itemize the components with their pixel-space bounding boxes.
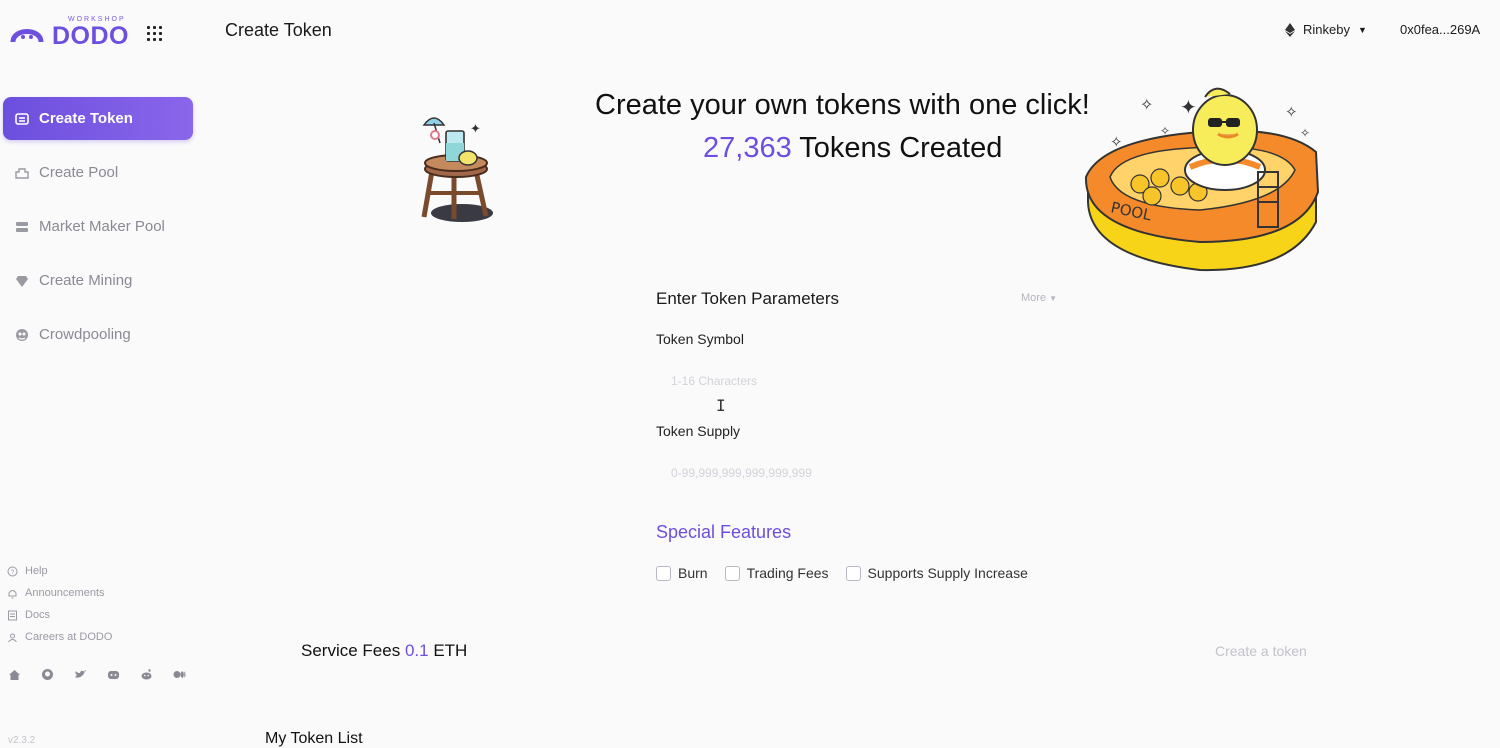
service-fees: Service Fees 0.1 ETH [301, 641, 467, 661]
svg-text:✧: ✧ [1285, 103, 1298, 121]
token-symbol-label: Token Symbol [656, 331, 744, 347]
sidebar-item-label: Create Mining [39, 272, 133, 289]
caret-down-icon: ▼ [1357, 24, 1367, 35]
sidebar-item-label: Market Maker Pool [39, 218, 165, 235]
sidebar-item-create-mining[interactable]: Create Mining [3, 259, 193, 302]
announcements-label: Announcements [25, 587, 105, 599]
help-label: Help [25, 565, 48, 577]
wallet-address[interactable]: 0x0fea...269A [1400, 22, 1480, 37]
sidebar-item-create-token[interactable]: Create Token [3, 97, 193, 140]
trading-fees-checkbox[interactable]: Trading Fees [724, 565, 829, 581]
tokens-created-label: Tokens Created [799, 132, 1003, 164]
svg-text:?: ? [11, 570, 15, 576]
caret-down-icon: ▼ [1049, 294, 1058, 303]
supply-increase-checkbox[interactable]: Supports Supply Increase [845, 565, 1028, 581]
careers-link[interactable]: Careers at DODO [7, 626, 112, 648]
market-maker-icon [15, 220, 29, 234]
checkbox-box[interactable] [845, 565, 861, 581]
sidebar-item-crowdpooling[interactable]: Crowdpooling [3, 313, 193, 356]
sidebar-item-label: Crowdpooling [39, 326, 131, 343]
trading-fees-label: Trading Fees [746, 565, 829, 581]
ethereum-icon [1285, 22, 1295, 37]
pool-icon [15, 166, 29, 180]
sidebar-item-label: Create Pool [39, 164, 119, 181]
reddit-icon[interactable] [140, 668, 153, 681]
svg-text:✦: ✦ [470, 122, 481, 137]
svg-text:✦: ✦ [1180, 95, 1197, 119]
twitter-icon[interactable] [74, 668, 87, 681]
crowdpooling-icon [15, 328, 29, 342]
token-symbol-input[interactable] [656, 366, 1056, 396]
help-icon: ? [7, 566, 18, 576]
hero-subtitle: 27,363 Tokens Created [703, 132, 1002, 165]
burn-label: Burn [678, 565, 708, 581]
supply-increase-label: Supports Supply Increase [867, 565, 1028, 581]
sidebar-item-market-maker-pool[interactable]: Market Maker Pool [3, 205, 193, 248]
token-supply-label: Token Supply [656, 423, 741, 439]
home-icon[interactable] [8, 668, 21, 681]
token-supply-input[interactable] [656, 458, 1056, 488]
cocktail-stool-illustration: ✦ [418, 113, 498, 230]
announcements-link[interactable]: Announcements [7, 582, 112, 604]
token-icon [15, 112, 29, 126]
service-fees-unit: ETH [433, 641, 468, 660]
service-fees-amount: 0.1 [404, 641, 429, 660]
dodo-logo-icon [10, 29, 44, 43]
svg-text:✧: ✧ [1300, 126, 1310, 140]
mining-icon [15, 274, 29, 288]
create-token-button[interactable]: Create a token [1215, 643, 1307, 659]
github-icon[interactable] [41, 668, 54, 681]
special-features-list: Burn Trading Fees Supports Supply Increa… [656, 565, 1028, 581]
text-cursor-icon: I [716, 396, 726, 415]
my-token-list-title: My Token List [265, 730, 363, 747]
help-link[interactable]: ? Help [7, 560, 112, 582]
discord-icon[interactable] [107, 668, 120, 681]
logo-text: DODO [52, 22, 129, 50]
checkbox-box[interactable] [724, 565, 740, 581]
hero-title: Create your own tokens with one click! [595, 89, 1090, 121]
burn-checkbox[interactable]: Burn [656, 565, 708, 581]
network-label: Rinkeby [1303, 22, 1350, 37]
sidebar-nav: Create Token Create Pool Market Maker Po… [3, 97, 193, 367]
more-dropdown[interactable]: More ▼ [1021, 292, 1057, 304]
careers-icon [8, 633, 17, 642]
special-features-title: Special Features [656, 522, 792, 542]
medium-icon[interactable] [173, 668, 186, 681]
duck-pool-illustration: ✧ ✦ ✧ ✧ ✧ ✧ POOL [1080, 82, 1325, 282]
careers-label: Careers at DODO [25, 631, 113, 643]
social-links [8, 668, 186, 681]
network-selector[interactable]: Rinkeby ▼ [1285, 22, 1367, 37]
bell-icon [8, 589, 17, 598]
svg-text:✧: ✧ [1140, 95, 1153, 114]
sidebar-links: ? Help Announcements Docs Careers at DOD… [7, 560, 112, 648]
docs-link[interactable]: Docs [7, 604, 112, 626]
apps-grid-icon[interactable] [147, 26, 162, 41]
page-title: Create Token [225, 20, 332, 40]
docs-icon [8, 610, 17, 620]
app-version: v2.3.2 [8, 735, 36, 746]
tokens-created-count: 27,363 [703, 132, 792, 164]
dodo-logo[interactable]: WORKSHOP DODO [10, 14, 132, 50]
docs-label: Docs [25, 609, 51, 621]
sidebar-item-create-pool[interactable]: Create Pool [3, 151, 193, 194]
form-title: Enter Token Parameters [656, 289, 839, 308]
checkbox-box[interactable] [656, 565, 671, 581]
sidebar-item-label: Create Token [39, 110, 133, 127]
service-fees-label: Service Fees [301, 641, 401, 660]
more-label: More [1021, 292, 1047, 304]
